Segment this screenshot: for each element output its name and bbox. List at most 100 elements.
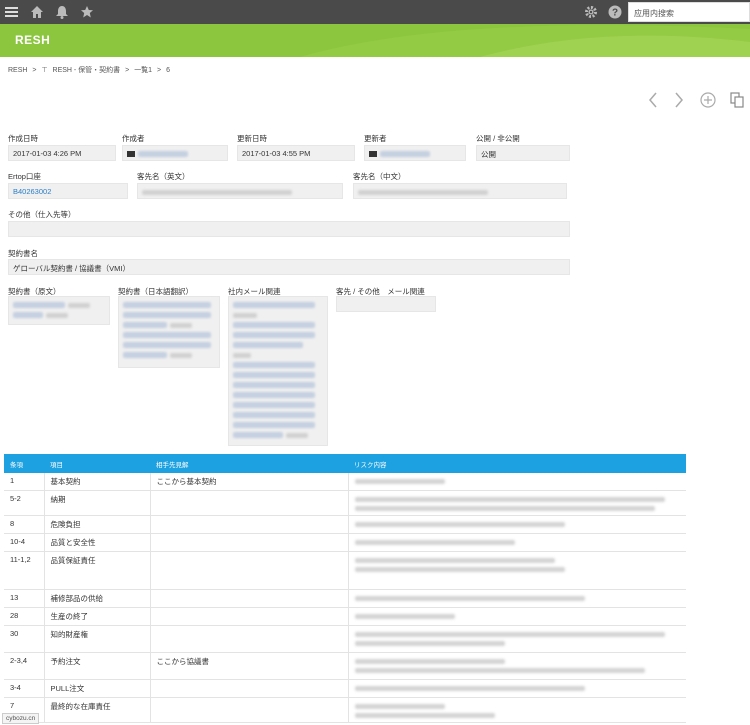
svg-text:?: ? [612,8,618,19]
creator-name-redacted[interactable] [138,151,188,158]
view-cell: ここから協議書 [150,652,349,680]
risk-cell [348,697,686,723]
breadcrumb-item-view[interactable]: 一覧1 [134,67,152,74]
file-size [46,312,68,318]
file-link[interactable] [123,352,167,358]
user-avatar-icon [369,151,377,158]
file-link[interactable] [233,342,303,348]
breadcrumb-separator: > [32,67,37,74]
file-size [170,352,192,358]
view-cell [150,625,349,653]
created-at-label: 作成日時 [8,134,38,143]
view-cell: ここから基本契約 [150,473,349,491]
file-size [233,352,251,358]
breadcrumb-item-record: 6 [166,67,170,74]
table-row: 7 最終的な在庫責任 [4,697,686,723]
contract-jp-translation-files [118,296,220,368]
file-link[interactable] [233,332,315,338]
view-cell [150,551,349,590]
breadcrumb-separator: > [157,67,162,74]
view-cell [150,589,349,608]
item-cell: 補修部品の供給 [44,589,151,608]
contract-name-label: 契約書名 [8,249,38,258]
item-cell: 最終的な在庫責任 [44,697,151,723]
file-size [68,302,90,308]
breadcrumb-item-app[interactable]: RESH [8,67,27,74]
app-title: RESH [15,33,51,47]
file-link[interactable] [13,312,43,318]
next-record-icon[interactable] [674,92,684,108]
other-suppliers-value [8,221,570,237]
item-cell: 納期 [44,490,151,516]
item-cell: 予約注文 [44,652,151,680]
item-cell: PULL注文 [44,679,151,698]
ertop-account-link[interactable]: B40263002 [8,183,128,199]
table-row: 28 生産の終了 [4,607,686,626]
view-cell [150,515,349,534]
risk-table-header: 条項 項目 相手先見解 リスク内容 [4,454,686,473]
file-link[interactable] [233,402,315,408]
pin-icon: ⊤ [41,67,48,74]
view-cell [150,607,349,626]
visibility-label: 公開 / 非公開 [476,134,520,143]
gear-icon[interactable] [584,5,598,19]
app-header: RESH [0,24,750,57]
bell-icon[interactable] [55,5,69,19]
file-link[interactable] [123,312,211,318]
menu-icon[interactable] [5,5,19,19]
table-row: 1 基本契約 ここから基本契約 [4,473,686,491]
file-link[interactable] [233,382,315,388]
previous-record-icon[interactable] [648,92,658,108]
view-cell [150,533,349,552]
risk-text-redacted [354,521,565,527]
internal-mail-files [228,296,328,446]
risk-text-redacted [354,667,645,673]
view-cell [150,490,349,516]
clause-cell: 3-4 [4,679,45,698]
risk-text-redacted [354,478,445,484]
item-cell: 基本契約 [44,473,151,491]
client-mail-files [336,296,436,312]
file-link[interactable] [233,432,283,438]
file-link[interactable] [233,422,315,428]
risk-text-redacted [354,640,505,646]
risk-cell [348,607,686,626]
copy-record-icon[interactable] [730,92,744,108]
file-link[interactable] [123,342,211,348]
risk-cell [348,589,686,608]
view-cell [150,697,349,723]
other-suppliers-label: その他（仕入先等） [8,210,76,219]
breadcrumb-item-app-name[interactable]: RESH - 保管・契約書 [53,67,121,74]
client-name-cn-value [353,183,567,199]
risk-text-redacted [354,557,555,563]
file-link[interactable] [233,362,315,368]
column-header-clause: 条項 [4,454,44,473]
file-link[interactable] [233,372,315,378]
home-icon[interactable] [30,5,44,19]
user-avatar-icon [127,151,135,158]
file-link[interactable] [123,322,167,328]
contract-original-files [8,296,110,325]
star-icon[interactable] [80,5,94,19]
file-link[interactable] [123,302,211,308]
clause-cell: 5-2 [4,490,45,516]
app-search-input[interactable]: 应用内搜索 [628,2,750,22]
file-link[interactable] [233,392,315,398]
file-link[interactable] [233,302,315,308]
add-record-icon[interactable] [700,92,716,108]
risk-cell [348,473,686,491]
risk-cell [348,533,686,552]
help-icon[interactable]: ? [608,5,622,19]
risk-text-redacted [354,595,585,601]
risk-text-redacted [354,539,515,545]
file-link[interactable] [13,302,65,308]
column-header-risk: リスク内容 [348,454,686,473]
file-link[interactable] [123,332,211,338]
file-link[interactable] [233,412,315,418]
updater-value [364,145,466,161]
clause-cell: 1 [4,473,45,491]
creator-value [122,145,228,161]
file-link[interactable] [233,322,315,328]
updater-name-redacted[interactable] [380,151,430,158]
risk-text-redacted [354,505,655,511]
